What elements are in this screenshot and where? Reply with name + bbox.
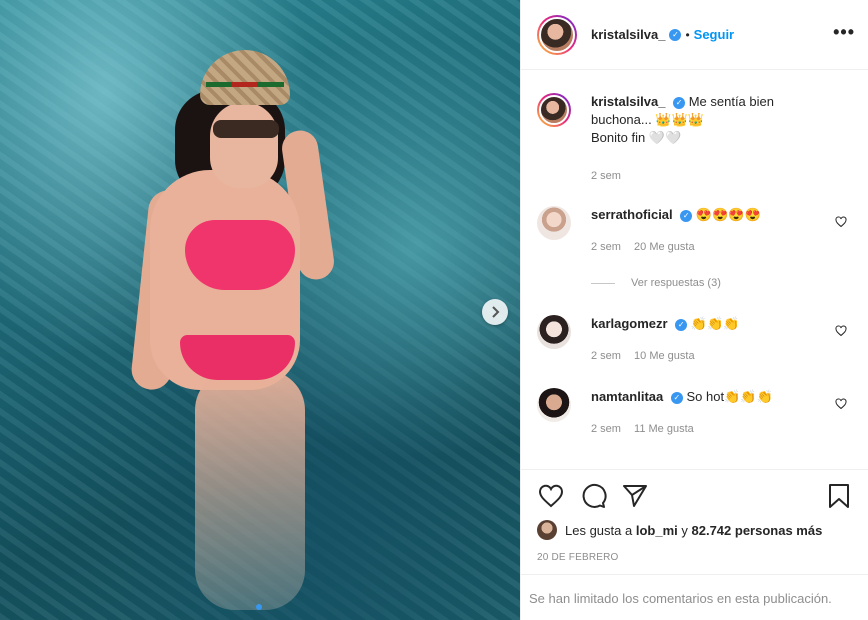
comment-text: 😍😍😍😍	[695, 207, 761, 222]
likes-summary[interactable]: Les gusta a lob_mi y 82.742 personas más	[537, 520, 822, 540]
post-date[interactable]: 20 DE FEBRERO	[537, 552, 619, 563]
comments-limited-notice: Se han limitado los comentarios en esta …	[521, 574, 868, 620]
verified-icon: ✓	[669, 28, 682, 41]
caption-username[interactable]: kristalsilva_	[591, 94, 665, 109]
likes-prefix: Les gusta a	[565, 522, 633, 538]
comment-time[interactable]: 2 sem	[591, 423, 621, 435]
more-icon[interactable]: •••	[833, 22, 855, 43]
heart-icon[interactable]	[835, 325, 847, 337]
view-replies-button[interactable]: Ver respuestas (3)	[591, 277, 721, 289]
caption-time[interactable]: 2 sem	[591, 170, 621, 182]
photo-face	[210, 102, 278, 188]
heart-icon[interactable]	[537, 482, 565, 510]
comment-body: namtanlitaa ✓ So hot👏👏👏 2 sem 11 Me gust…	[591, 388, 831, 438]
comments-list[interactable]: kristalsilva_ ✓ Me sentía bien buchona..…	[521, 71, 868, 469]
likes-user[interactable]: lob_mi	[636, 523, 678, 538]
carousel-indicator	[256, 604, 262, 610]
post-sidebar: kristalsilva_ ✓ • Seguir ••• kristalsilv…	[520, 0, 868, 620]
photo-hat	[200, 50, 290, 105]
comment-body: serrathoficial ✓ 😍😍😍😍 2 sem 20 Me gusta	[591, 206, 831, 256]
chevron-right-icon	[492, 306, 500, 318]
next-photo-button[interactable]	[482, 299, 508, 325]
comment-body: karlagomezr ✓ 👏👏👏 2 sem 10 Me gusta	[591, 315, 831, 365]
comment-likes[interactable]: 10 Me gusta	[634, 350, 695, 362]
caption-line2: buchona... 👑👑👑	[591, 112, 704, 127]
likes-count[interactable]: 82.742 personas más	[692, 523, 823, 538]
verified-icon: ✓	[670, 392, 683, 404]
post-actions: Les gusta a lob_mi y 82.742 personas más…	[521, 469, 868, 620]
comment-username[interactable]: karlagomezr	[591, 316, 668, 331]
photo-bikini-bottom	[180, 335, 295, 380]
caption-line1: Me sentía bien	[688, 94, 774, 109]
replies-label[interactable]: Ver respuestas (3)	[631, 277, 721, 289]
comment-time[interactable]: 2 sem	[591, 350, 621, 362]
heart-icon[interactable]	[835, 398, 847, 410]
verified-icon: ✓	[675, 319, 688, 331]
photo-legs	[195, 370, 305, 610]
avatar[interactable]	[537, 14, 577, 55]
photo-sunglasses	[213, 120, 279, 138]
photo-subject	[129, 50, 370, 610]
comment-username[interactable]: namtanlitaa	[591, 389, 663, 404]
comment-icon[interactable]	[579, 482, 607, 510]
verified-icon: ✓	[673, 97, 686, 109]
comment-likes[interactable]: 20 Me gusta	[634, 241, 695, 253]
avatar[interactable]	[537, 315, 571, 349]
post-photo[interactable]	[0, 0, 520, 620]
header-username[interactable]: kristalsilva_	[591, 27, 665, 42]
heart-icon[interactable]	[835, 216, 847, 228]
post-header: kristalsilva_ ✓ • Seguir •••	[521, 0, 868, 70]
hat-stripe	[206, 82, 284, 87]
likes-mid: y	[681, 522, 688, 538]
header-separator: •	[685, 27, 690, 42]
caption-body: kristalsilva_ ✓ Me sentía bien buchona..…	[591, 93, 831, 185]
comment-likes[interactable]: 11 Me gusta	[634, 423, 694, 435]
avatar[interactable]	[537, 206, 571, 240]
follow-button[interactable]: Seguir	[694, 27, 734, 42]
comment-text: So hot👏👏👏	[686, 389, 773, 404]
avatar	[537, 520, 557, 540]
photo-bikini-top	[185, 220, 295, 290]
avatar[interactable]	[537, 93, 571, 127]
comment-username[interactable]: serrathoficial	[591, 207, 673, 222]
comment-text: 👏👏👏	[690, 316, 740, 331]
caption-line3: Bonito fin 🤍🤍	[591, 130, 682, 145]
avatar[interactable]	[537, 388, 571, 422]
share-icon[interactable]	[621, 482, 649, 510]
action-icons	[537, 482, 853, 510]
replies-divider	[591, 282, 615, 284]
comment-time[interactable]: 2 sem	[591, 241, 621, 253]
verified-icon: ✓	[680, 210, 693, 222]
bookmark-icon[interactable]	[825, 482, 853, 510]
